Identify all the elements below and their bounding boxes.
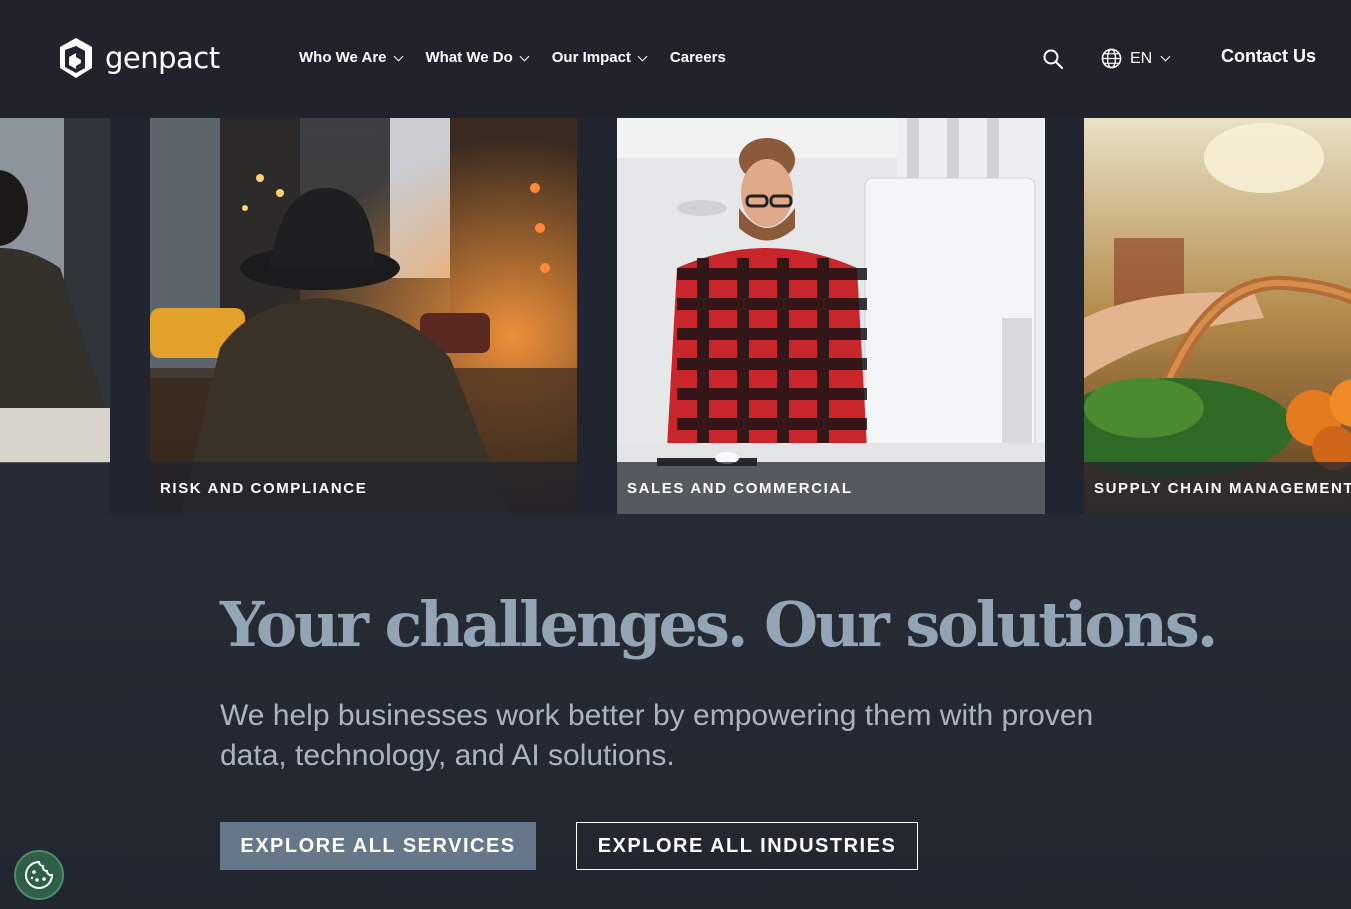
nav-our-impact-label: Our Impact: [551, 49, 631, 66]
carousel-card-sales-and-commercial[interactable]: SALES AND COMMERCIAL: [617, 118, 1045, 514]
solutions-carousel: RISK AND COMPLIANCE SALES AND COMMERCIAL…: [0, 118, 1351, 514]
chevron-down-icon: [519, 51, 530, 61]
genpact-logo[interactable]: genpact: [59, 37, 220, 79]
chevron-down-icon: [393, 51, 403, 61]
carousel-card-risk-and-compliance[interactable]: RISK AND COMPLIANCE: [150, 118, 577, 514]
explore-all-industries-button[interactable]: EXPLORE ALL INDUSTRIES: [576, 822, 918, 870]
page-headline: Your challenges. Our solutions.: [220, 588, 1218, 661]
language-label: EN: [1130, 49, 1153, 67]
nav-careers-label: Careers: [669, 49, 726, 66]
card-label: SALES AND COMMERCIAL: [627, 480, 853, 497]
nav-what-we-do[interactable]: What We Do: [425, 48, 530, 68]
chevron-down-icon: [1160, 51, 1171, 62]
chevron-down-icon: [637, 51, 648, 61]
meeting-photo: [0, 118, 110, 514]
main-nav: Who We Are What We Do Our Impact Careers: [299, 48, 750, 68]
site-header: genpact Who We Are What We Do Our Impact…: [0, 0, 1351, 118]
page-subheadline: We help businesses work better by empowe…: [220, 699, 1094, 772]
office-worker-photo: [617, 118, 1045, 514]
globe-icon: [1101, 48, 1122, 69]
caption-bar: [0, 462, 110, 514]
cookie-settings-button[interactable]: [14, 850, 64, 900]
nav-what-we-do-label: What We Do: [425, 49, 513, 66]
carousel-card-supply-chain-management[interactable]: SUPPLY CHAIN MANAGEMENT: [1084, 118, 1351, 514]
rainy-street-photo: [150, 118, 577, 514]
nav-who-we-are-label: Who We Are: [299, 49, 387, 66]
genpact-logo-icon: [60, 38, 92, 78]
card-label: RISK AND COMPLIANCE: [160, 480, 368, 497]
logo-text: genpact: [105, 40, 220, 75]
explore-all-services-button[interactable]: EXPLORE ALL SERVICES: [220, 822, 536, 870]
nav-our-impact[interactable]: Our Impact: [551, 48, 648, 68]
nav-careers[interactable]: Careers: [670, 48, 726, 68]
carousel-card-meeting[interactable]: [0, 118, 110, 514]
produce-basket-photo: [1084, 118, 1351, 514]
contact-us-link[interactable]: Contact Us: [1221, 46, 1316, 67]
language-selector[interactable]: EN: [1101, 48, 1171, 69]
card-label: SUPPLY CHAIN MANAGEMENT: [1094, 480, 1351, 497]
search-icon[interactable]: [1042, 48, 1064, 70]
cookie-icon: [25, 860, 54, 889]
nav-who-we-are[interactable]: Who We Are: [299, 48, 403, 68]
